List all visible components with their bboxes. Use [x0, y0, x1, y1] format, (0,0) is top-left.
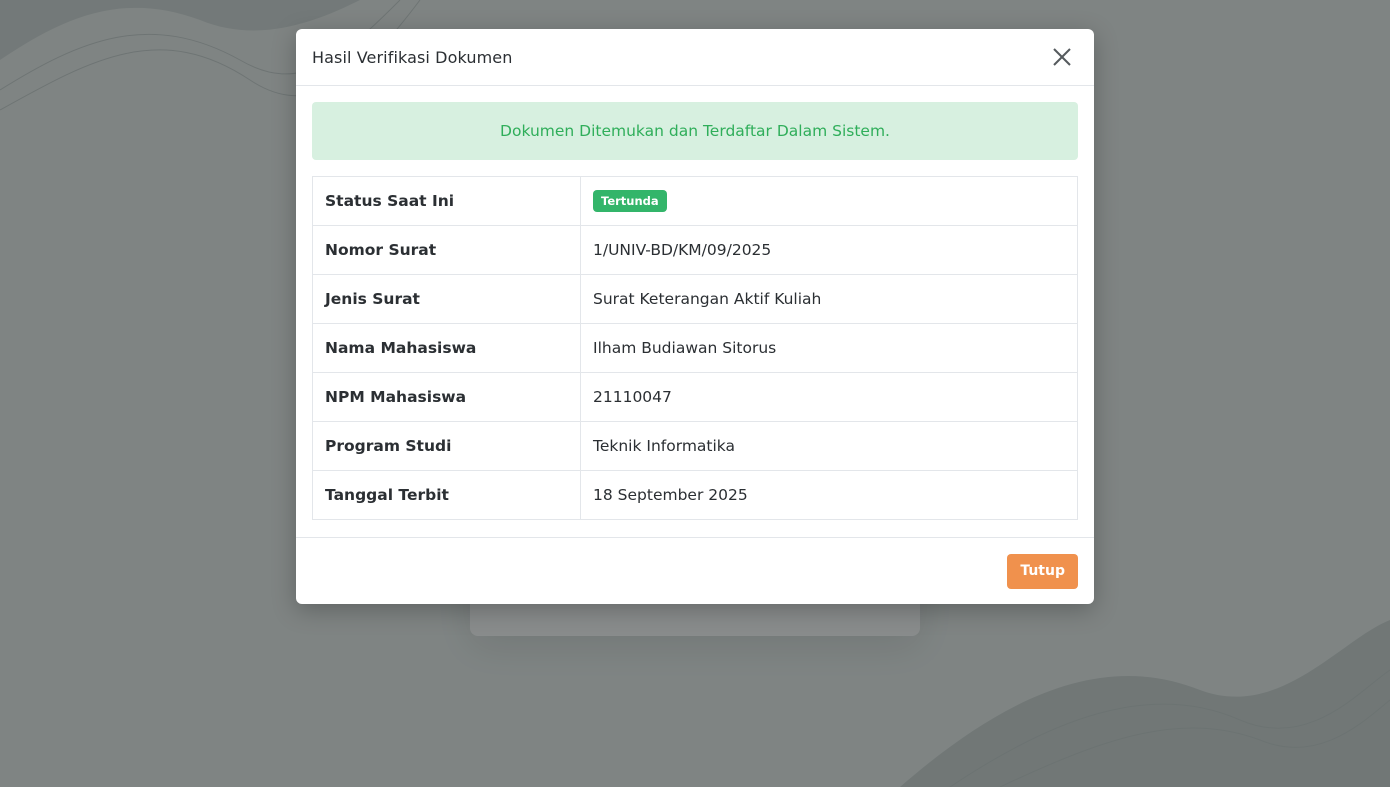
row-label: Nomor Surat — [312, 225, 581, 275]
table-row: Nomor Surat 1/UNIV-BD/KM/09/2025 — [312, 225, 1078, 275]
row-value: Surat Keterangan Aktif Kuliah — [580, 274, 1078, 324]
modal-body: Dokumen Ditemukan dan Terdaftar Dalam Si… — [296, 86, 1094, 536]
modal-footer: Tutup — [296, 537, 1094, 604]
row-label: Jenis Surat — [312, 274, 581, 324]
close-icon — [1053, 48, 1071, 66]
row-label: Tanggal Terbit — [312, 470, 581, 520]
verification-modal: Hasil Verifikasi Dokumen Dokumen Ditemuk… — [296, 29, 1094, 604]
table-row: Jenis Surat Surat Keterangan Aktif Kulia… — [312, 274, 1078, 324]
table-row: Nama Mahasiswa Ilham Budiawan Sitorus — [312, 323, 1078, 373]
row-value: 18 September 2025 — [580, 470, 1078, 520]
status-badge: Tertunda — [593, 190, 667, 212]
success-alert: Dokumen Ditemukan dan Terdaftar Dalam Si… — [312, 102, 1078, 160]
tutup-button[interactable]: Tutup — [1007, 553, 1078, 589]
row-value: Tertunda — [580, 176, 1078, 226]
document-detail-table: Status Saat Ini Tertunda Nomor Surat 1/U… — [312, 176, 1078, 520]
modal-header: Hasil Verifikasi Dokumen — [296, 29, 1094, 86]
table-row: Tanggal Terbit 18 September 2025 — [312, 470, 1078, 520]
row-label: Program Studi — [312, 421, 581, 471]
close-button[interactable] — [1046, 41, 1078, 73]
row-value: 1/UNIV-BD/KM/09/2025 — [580, 225, 1078, 275]
row-value: 21110047 — [580, 372, 1078, 422]
row-label: Status Saat Ini — [312, 176, 581, 226]
table-row: Status Saat Ini Tertunda — [312, 176, 1078, 226]
table-row: NPM Mahasiswa 21110047 — [312, 372, 1078, 422]
table-row: Program Studi Teknik Informatika — [312, 421, 1078, 471]
row-value: Ilham Budiawan Sitorus — [580, 323, 1078, 373]
row-value: Teknik Informatika — [580, 421, 1078, 471]
row-label: NPM Mahasiswa — [312, 372, 581, 422]
row-label: Nama Mahasiswa — [312, 323, 581, 373]
modal-title: Hasil Verifikasi Dokumen — [312, 47, 513, 67]
